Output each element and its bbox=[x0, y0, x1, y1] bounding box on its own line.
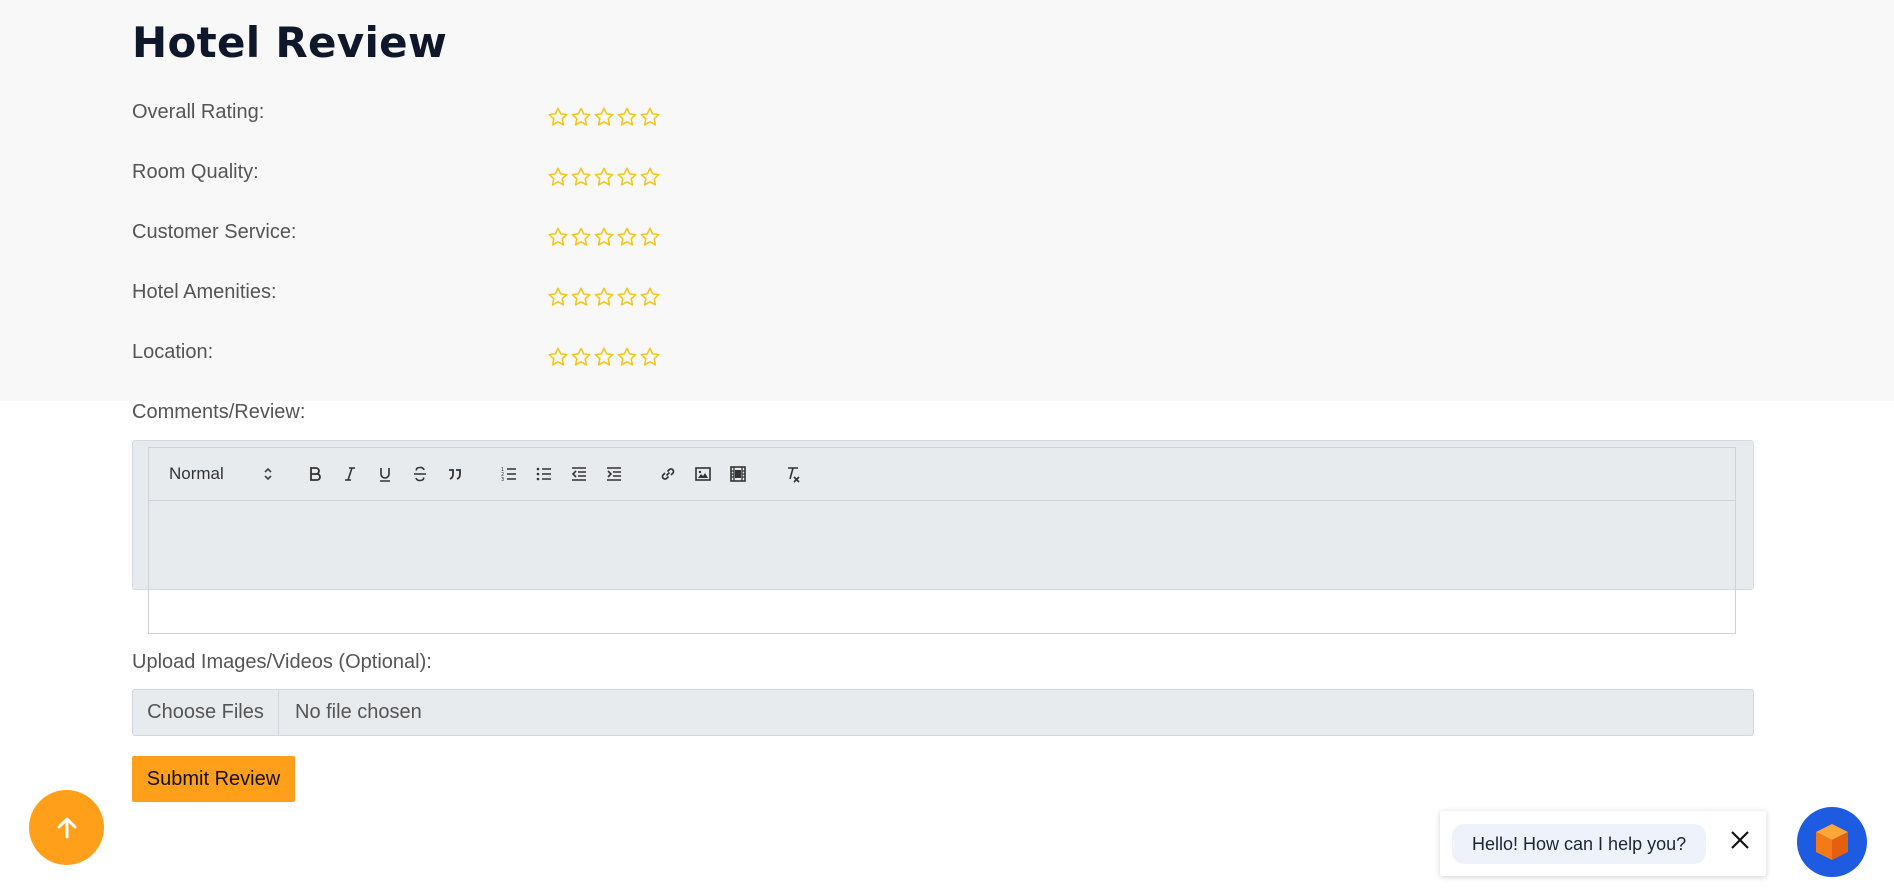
star-rating-overall[interactable] bbox=[547, 106, 661, 128]
blockquote-icon[interactable] bbox=[443, 462, 467, 486]
star-rating-room-quality[interactable] bbox=[547, 166, 661, 188]
star-icon[interactable] bbox=[639, 346, 661, 368]
indent-icon[interactable] bbox=[602, 462, 626, 486]
rating-label-hotel-amenities: Hotel Amenities: bbox=[132, 281, 277, 303]
star-icon[interactable] bbox=[593, 166, 615, 188]
rich-text-editor: Normal 123 bbox=[148, 447, 1736, 634]
star-rating-location[interactable] bbox=[547, 346, 661, 368]
chat-launcher-button[interactable] bbox=[1797, 807, 1867, 877]
star-icon[interactable] bbox=[593, 346, 615, 368]
star-icon[interactable] bbox=[547, 346, 569, 368]
star-icon[interactable] bbox=[616, 346, 638, 368]
star-icon[interactable] bbox=[570, 166, 592, 188]
star-icon[interactable] bbox=[616, 286, 638, 308]
cube-logo-icon bbox=[1816, 824, 1848, 860]
star-icon[interactable] bbox=[547, 286, 569, 308]
outdent-icon[interactable] bbox=[567, 462, 591, 486]
arrow-up-icon bbox=[57, 817, 76, 838]
star-icon[interactable] bbox=[547, 226, 569, 248]
rating-label-room-quality: Room Quality: bbox=[132, 161, 259, 183]
bold-icon[interactable] bbox=[303, 462, 327, 486]
editor-toolbar: Normal 123 bbox=[149, 448, 1735, 501]
scroll-to-top-button[interactable] bbox=[29, 790, 104, 865]
rating-label-location: Location: bbox=[132, 341, 214, 363]
clear-format-icon[interactable] bbox=[781, 462, 805, 486]
chat-greeting-popup: Hello! How can I help you? bbox=[1440, 811, 1766, 876]
file-input[interactable]: Choose Files No file chosen bbox=[132, 689, 1754, 736]
upload-label: Upload Images/Videos (Optional): bbox=[132, 651, 432, 673]
select-arrows-icon bbox=[264, 467, 272, 481]
star-icon[interactable] bbox=[639, 106, 661, 128]
image-icon[interactable] bbox=[691, 462, 715, 486]
link-icon[interactable] bbox=[656, 462, 680, 486]
star-icon[interactable] bbox=[616, 106, 638, 128]
close-icon[interactable] bbox=[1727, 827, 1753, 853]
star-icon[interactable] bbox=[593, 226, 615, 248]
page-title: Hotel Review bbox=[132, 18, 448, 67]
video-icon[interactable] bbox=[726, 462, 750, 486]
comments-label: Comments/Review: bbox=[132, 401, 306, 423]
star-rating-hotel-amenities[interactable] bbox=[547, 286, 661, 308]
star-icon[interactable] bbox=[593, 286, 615, 308]
star-icon[interactable] bbox=[616, 226, 638, 248]
file-status-text: No file chosen bbox=[295, 701, 422, 723]
format-select-value: Normal bbox=[169, 464, 224, 483]
ordered-list-icon[interactable]: 123 bbox=[497, 462, 521, 486]
star-icon[interactable] bbox=[570, 346, 592, 368]
star-rating-customer-service[interactable] bbox=[547, 226, 661, 248]
star-icon[interactable] bbox=[547, 106, 569, 128]
star-icon[interactable] bbox=[570, 286, 592, 308]
choose-files-button[interactable]: Choose Files bbox=[133, 690, 279, 735]
strikethrough-icon[interactable] bbox=[408, 462, 432, 486]
star-icon[interactable] bbox=[639, 226, 661, 248]
star-icon[interactable] bbox=[593, 106, 615, 128]
editor-content-area[interactable] bbox=[149, 501, 1735, 633]
star-icon[interactable] bbox=[547, 166, 569, 188]
star-icon[interactable] bbox=[570, 226, 592, 248]
rating-label-overall: Overall Rating: bbox=[132, 101, 265, 123]
italic-icon[interactable] bbox=[338, 462, 362, 486]
format-select[interactable]: Normal bbox=[169, 460, 279, 488]
underline-icon[interactable] bbox=[373, 462, 397, 486]
chat-greeting-message[interactable]: Hello! How can I help you? bbox=[1452, 824, 1707, 864]
star-icon[interactable] bbox=[639, 286, 661, 308]
star-icon[interactable] bbox=[616, 166, 638, 188]
submit-review-button[interactable]: Submit Review bbox=[132, 756, 295, 802]
rating-label-customer-service: Customer Service: bbox=[132, 221, 297, 243]
bullet-list-icon[interactable] bbox=[532, 462, 556, 486]
star-icon[interactable] bbox=[639, 166, 661, 188]
star-icon[interactable] bbox=[570, 106, 592, 128]
svg-text:3: 3 bbox=[501, 477, 504, 483]
